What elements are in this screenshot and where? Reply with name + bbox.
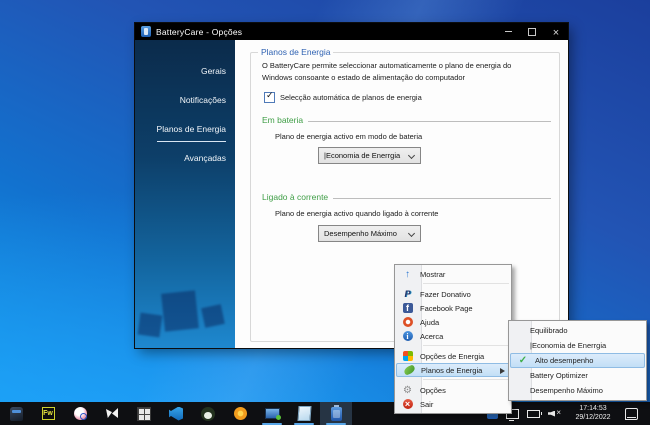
battery-tray-button[interactable]: [527, 409, 542, 418]
sidebar: Gerais Notificações Planos de Energia Av…: [135, 40, 235, 348]
sidebar-item-notificacoes[interactable]: Notificações: [135, 89, 235, 118]
taskbar-app-batterycare[interactable]: [320, 402, 352, 425]
batterycare-app-icon: [141, 26, 151, 37]
menu-separator: [423, 345, 509, 347]
info-icon: [402, 331, 413, 341]
minimize-button[interactable]: [496, 23, 520, 40]
close-button[interactable]: [544, 23, 568, 40]
sidebar-watermark: [161, 290, 199, 332]
menu-separator: [423, 283, 509, 285]
menu-item-acerca[interactable]: Acerca: [395, 329, 511, 343]
menu-item-opcoes[interactable]: Opções: [395, 383, 511, 397]
taskbar-app-4[interactable]: [96, 402, 128, 425]
section-divider: [333, 197, 551, 199]
title-bar[interactable]: BatteryCare - Opções: [135, 23, 568, 40]
action-center-button[interactable]: [625, 407, 646, 420]
submenu-item-equilibrado[interactable]: Equilibrado: [509, 323, 646, 338]
facebook-icon: [402, 303, 413, 313]
menu-item-ajuda[interactable]: Ajuda: [395, 315, 511, 329]
window-title: BatteryCare - Opções: [156, 26, 243, 37]
notepad-icon: [296, 406, 312, 421]
volume-tray-button[interactable]: [548, 408, 561, 419]
gear-icon: [403, 385, 412, 396]
taskbar-app-display[interactable]: [256, 402, 288, 425]
ac-section-description: Plano de energia activo quando ligado à …: [275, 209, 439, 218]
volume-muted-icon: [548, 408, 561, 419]
minimize-icon: [504, 31, 512, 32]
up-arrow-icon: [405, 269, 410, 280]
battery-plan-dropdown[interactable]: |Economia de Enerrgia: [318, 147, 421, 164]
battery-section-description: Plano de energia activo em modo de bater…: [275, 132, 423, 141]
panda-icon: [201, 406, 215, 421]
maximize-button[interactable]: [520, 23, 544, 40]
desktop: BatteryCare - Opções Gerais Notificações…: [0, 0, 650, 425]
taskbar-app-vscode[interactable]: [160, 402, 192, 425]
ac-plan-dropdown[interactable]: Desempenho Máximo: [318, 225, 421, 242]
section-divider: [308, 120, 551, 122]
taskbar-app-1[interactable]: [0, 402, 32, 425]
menu-item-sair[interactable]: Sair: [395, 397, 511, 411]
sidebar-item-avancadas[interactable]: Avançadas: [135, 147, 235, 176]
sidebar-watermark: [201, 304, 225, 328]
clock-time: 17:14:53: [579, 405, 607, 412]
taskbar-app-fireworks[interactable]: Fw: [32, 402, 64, 425]
taskbar-app-notepad[interactable]: [288, 402, 320, 425]
fireworks-icon: Fw: [41, 407, 55, 420]
monitor-app-icon: [264, 408, 281, 420]
submenu-item-desempenho-maximo[interactable]: Desempenho Máximo: [509, 383, 646, 398]
chevron-down-icon: [407, 229, 416, 238]
groupbox-title: Planos de Energia: [258, 47, 334, 57]
windows-flag-icon: [402, 351, 413, 361]
taskbar-app-3[interactable]: [64, 402, 96, 425]
menu-item-planos-de-energia[interactable]: Planos de Energia: [396, 363, 510, 377]
taskbar-clock[interactable]: 17:14:53 29/12/2022: [570, 405, 616, 422]
auto-plan-checkbox[interactable]: [264, 92, 275, 103]
chevron-down-icon: [407, 151, 416, 160]
vscode-icon: [169, 406, 183, 421]
tray-context-menu: Mostrar Fazer Donativo Facebook Page Aju…: [394, 264, 512, 414]
leaf-icon: [402, 364, 416, 376]
close-icon: [553, 23, 559, 41]
taskbar: Fw 17:14:53 29/12/2022: [0, 402, 650, 425]
checkbox-label: Selecção automática de planos de energia: [280, 93, 422, 102]
orange-circle-icon: [233, 407, 247, 420]
sidebar-item-planos-de-energia[interactable]: Planos de Energia: [135, 118, 235, 147]
submenu-item-economia-de-energia[interactable]: |Economia de Enerrgia: [509, 338, 646, 353]
batterycare-icon: [330, 404, 342, 421]
submenu-arrow-icon: [500, 368, 505, 374]
menu-item-facebook-page[interactable]: Facebook Page: [395, 301, 511, 315]
ac-section-header: Ligado à corrente: [262, 192, 551, 202]
menu-item-fazer-donativo[interactable]: Fazer Donativo: [395, 287, 511, 301]
menu-item-opcoes-de-energia[interactable]: Opções de Energia: [395, 349, 511, 363]
paw-icon: [105, 407, 119, 420]
maximize-icon: [528, 27, 536, 36]
battery-section-header: Em bateria: [262, 115, 551, 125]
paypal-icon: [404, 289, 410, 299]
taskbar-app-5[interactable]: [128, 402, 160, 425]
menu-separator: [423, 379, 509, 381]
check-icon: [519, 355, 527, 366]
help-ring-icon: [402, 317, 413, 327]
taskbar-app-8[interactable]: [224, 402, 256, 425]
action-center-icon: [625, 407, 638, 420]
exit-icon: [402, 399, 413, 409]
fan-icon: [73, 407, 87, 420]
sidebar-item-gerais[interactable]: Gerais: [135, 60, 235, 89]
spy-icon: [9, 406, 23, 421]
menu-item-mostrar[interactable]: Mostrar: [395, 267, 511, 281]
battery-tray-icon: [527, 409, 542, 418]
submenu-item-alto-desempenho[interactable]: Alto desempenho: [510, 353, 645, 368]
energy-plans-submenu: Equilibrado |Economia de Enerrgia Alto d…: [508, 320, 647, 401]
clock-date: 29/12/2022: [575, 413, 611, 421]
sidebar-watermark: [137, 312, 163, 338]
taskbar-app-7[interactable]: [192, 402, 224, 425]
description-text: O BatteryCare permite seleccionar automa…: [262, 61, 512, 82]
grid-icon: [137, 406, 151, 421]
submenu-item-battery-optimizer[interactable]: Battery Optimizer: [509, 368, 646, 383]
